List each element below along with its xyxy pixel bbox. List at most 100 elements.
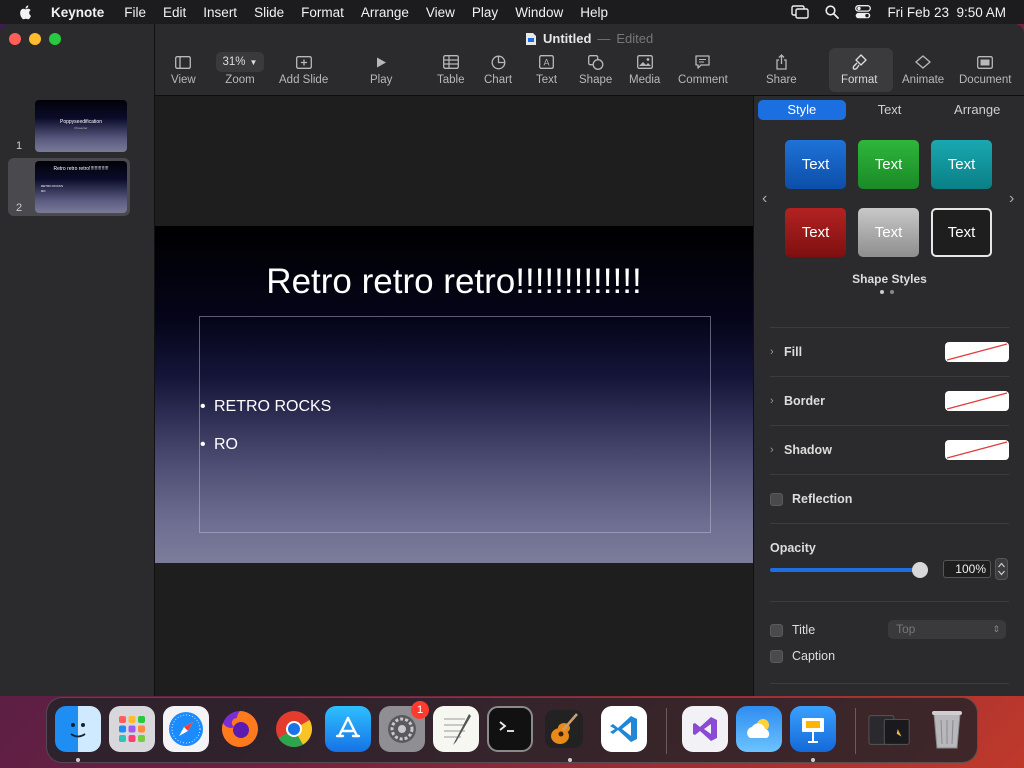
downloads-icon[interactable] <box>867 706 913 752</box>
menu-app-keynote[interactable]: Keynote <box>51 5 104 20</box>
menu-arrange[interactable]: Arrange <box>361 5 409 20</box>
menu-edit[interactable]: Edit <box>163 5 186 20</box>
view-button[interactable]: View <box>171 52 196 86</box>
menu-slide[interactable]: Slide <box>254 5 284 20</box>
shadow-label: Shadow <box>784 443 832 457</box>
slide-thumbnail-2[interactable]: Retro retro retro!!!!!!!!!!!!!! RETRO RO… <box>35 161 127 213</box>
fill-row[interactable]: › Fill <box>770 340 1009 364</box>
opacity-slider-knob[interactable] <box>912 562 928 578</box>
style-swatch-green[interactable]: Text <box>858 140 919 189</box>
zoom-control[interactable]: 31% ▼ Zoom <box>216 52 264 86</box>
caption-label: Caption <box>792 649 836 663</box>
shadow-row[interactable]: › Shadow <box>770 438 1009 462</box>
opacity-stepper[interactable] <box>995 558 1008 580</box>
opacity-value-field[interactable]: 100% <box>943 560 991 578</box>
trash-icon[interactable] <box>924 706 970 752</box>
style-swatch-blue[interactable]: Text <box>785 140 846 189</box>
screen-mirroring-icon[interactable] <box>791 5 810 19</box>
visual-studio-icon[interactable] <box>682 706 728 752</box>
keynote-window: 1 Poppyseedification Presenter 2 Retro r… <box>0 24 1024 696</box>
system-settings-icon[interactable]: 1 <box>379 701 429 752</box>
animate-button[interactable]: Animate <box>902 52 944 86</box>
page-dot[interactable] <box>890 290 894 294</box>
share-button[interactable]: Share <box>766 52 797 86</box>
media-button[interactable]: Media <box>629 52 660 86</box>
body-text-box[interactable]: • RETRO ROCKS • RO <box>199 316 711 533</box>
bullet-dot-icon: • <box>200 398 206 415</box>
safari-icon[interactable] <box>163 706 209 752</box>
menu-file[interactable]: File <box>124 5 146 20</box>
style-swatch-red[interactable]: Text <box>785 208 846 257</box>
keynote-icon[interactable] <box>790 706 836 752</box>
style-swatch-teal[interactable]: Text <box>931 140 992 189</box>
firefox-icon[interactable] <box>217 706 263 752</box>
bullet-item[interactable]: • RO <box>200 436 238 454</box>
menubar-clock[interactable]: Fri Feb 23 9:50 AM <box>887 5 1006 20</box>
title-position-popup[interactable]: Top ⇕ <box>888 620 1006 639</box>
border-row[interactable]: › Border <box>770 389 1009 413</box>
style-swatch-outline[interactable]: Text <box>931 208 992 257</box>
comment-button[interactable]: Comment <box>678 52 728 86</box>
terminal-icon[interactable] <box>487 706 533 752</box>
opacity-slider[interactable] <box>770 562 928 578</box>
document-button[interactable]: Document <box>959 52 1011 86</box>
zoom-popup[interactable]: 31% ▼ <box>216 52 264 72</box>
slide-navigator: 1 Poppyseedification Presenter 2 Retro r… <box>0 24 155 696</box>
text-button[interactable]: A Text <box>536 52 557 86</box>
reflection-row[interactable]: Reflection <box>770 487 1009 511</box>
shape-button[interactable]: Shape <box>579 52 612 86</box>
slide-thumbnail-1[interactable]: Poppyseedification Presenter <box>35 100 127 152</box>
menu-insert[interactable]: Insert <box>203 5 237 20</box>
menu-play[interactable]: Play <box>472 5 498 20</box>
bullet-text: RO <box>214 436 238 453</box>
menu-view[interactable]: View <box>426 5 455 20</box>
finder-icon[interactable] <box>55 706 101 752</box>
page-dot[interactable] <box>880 290 884 294</box>
bullet-item[interactable]: • RETRO ROCKS <box>200 398 331 416</box>
close-window-button[interactable] <box>9 33 21 45</box>
reflection-checkbox[interactable] <box>770 492 783 506</box>
chart-button[interactable]: Chart <box>484 52 512 86</box>
garageband-icon[interactable] <box>541 706 587 752</box>
chrome-icon[interactable] <box>271 706 317 752</box>
menu-window[interactable]: Window <box>515 5 563 20</box>
table-button[interactable]: Table <box>437 52 465 86</box>
chevron-right-icon[interactable]: › <box>770 395 784 407</box>
menu-format[interactable]: Format <box>301 5 344 20</box>
chevron-right-icon[interactable]: › <box>770 346 784 358</box>
chevron-right-icon[interactable]: › <box>1009 190 1014 208</box>
title-separator: — <box>597 31 611 46</box>
text-box-icon: A <box>539 55 554 69</box>
fill-color-well[interactable] <box>945 342 1009 362</box>
spotlight-search-icon[interactable] <box>825 5 840 19</box>
launchpad-icon[interactable] <box>109 706 155 752</box>
caption-row[interactable]: Caption <box>770 644 1009 668</box>
document-name[interactable]: Untitled <box>543 31 591 46</box>
play-button[interactable]: Play <box>370 52 392 86</box>
textedit-icon[interactable] <box>433 706 479 752</box>
add-slide-button[interactable]: Add Slide <box>279 52 328 86</box>
chevron-right-icon[interactable]: › <box>770 444 784 456</box>
apple-icon[interactable] <box>17 3 35 21</box>
slide-canvas[interactable]: Retro retro retro!!!!!!!!!!!!! • RETRO R… <box>155 96 753 696</box>
slide-title[interactable]: Retro retro retro!!!!!!!!!!!!! <box>155 262 753 302</box>
fullscreen-window-button[interactable] <box>49 33 61 45</box>
chevron-left-icon[interactable]: ‹ <box>762 190 767 208</box>
weather-icon[interactable] <box>736 706 782 752</box>
app-store-icon[interactable] <box>325 706 371 752</box>
caption-checkbox[interactable] <box>770 649 783 663</box>
format-button[interactable]: Format <box>841 52 877 86</box>
minimize-window-button[interactable] <box>29 33 41 45</box>
control-center-icon[interactable] <box>855 5 872 19</box>
style-swatch-gray[interactable]: Text <box>858 208 919 257</box>
menu-help[interactable]: Help <box>580 5 608 20</box>
tab-text[interactable]: Text <box>846 100 934 120</box>
tab-arrange[interactable]: Arrange <box>933 100 1021 120</box>
running-indicator <box>568 758 572 762</box>
tab-style[interactable]: Style <box>758 100 846 120</box>
vscode-icon[interactable] <box>601 706 647 752</box>
shadow-color-well[interactable] <box>945 440 1009 460</box>
border-color-well[interactable] <box>945 391 1009 411</box>
current-slide[interactable]: Retro retro retro!!!!!!!!!!!!! • RETRO R… <box>155 226 753 563</box>
title-checkbox[interactable] <box>770 623 783 637</box>
